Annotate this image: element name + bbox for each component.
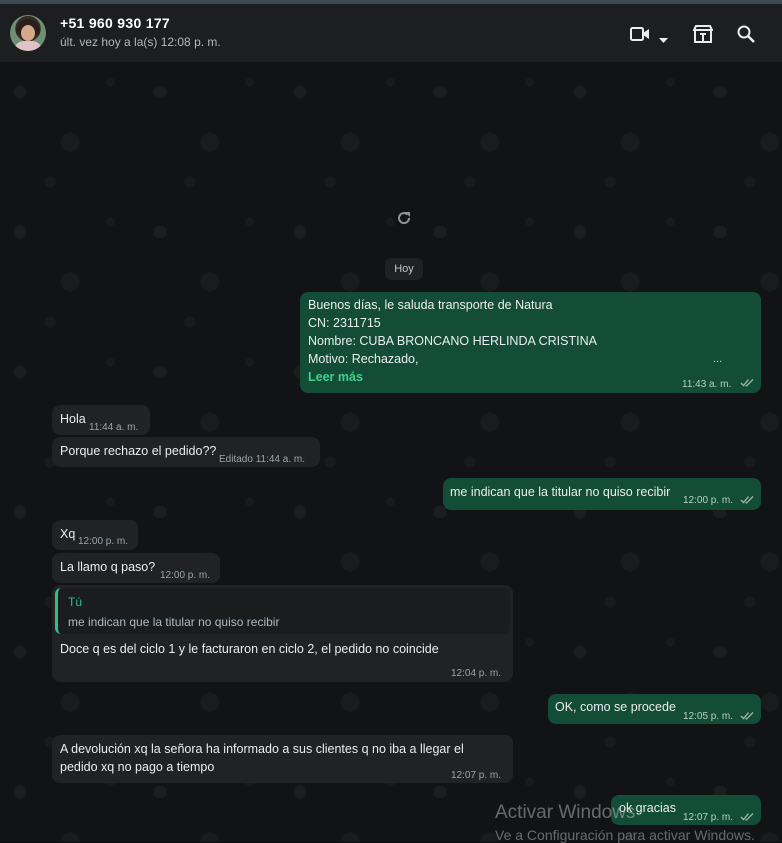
message-incoming[interactable]: Hola 11:44 a. m. [52,405,150,435]
message-text: Doce q es del ciclo 1 y le facturaron en… [60,642,439,656]
message-incoming[interactable]: Xq 12:00 p. m. [52,520,138,550]
message-line: pedido xq no pago a tiempo [60,760,215,774]
quoted-message[interactable]: Tú me indican que la titular no quiso re… [55,588,510,634]
message-timestamp: 12:04 p. m. [451,668,502,679]
activation-watermark-subtitle: Ve a Configuración para activar Windows. [495,827,755,843]
message-text: La llamo q paso? [60,560,156,574]
chevron-down-icon[interactable] [659,31,668,49]
quoted-text: me indican que la titular no quiso recib… [68,615,280,629]
date-divider: Hoy [385,258,423,280]
message-line: Nombre: CUBA BRONCANO HERLINDA CRISTINA [308,334,597,348]
message-line: Buenos días, le saluda transporte de Nat… [308,298,553,312]
contact-name[interactable]: +51 960 930 177 [60,15,170,31]
message-incoming[interactable]: La llamo q paso? 12:00 p. m. [52,553,220,583]
contact-avatar[interactable] [10,15,46,51]
chat-header: +51 960 930 177 últ. vez hoy a la(s) 12:… [0,4,782,62]
store-icon[interactable] [692,25,714,48]
message-text: OK, como se procede [555,700,676,714]
message-text: Hola [60,412,86,426]
double-check-icon [740,712,754,720]
chat-panel: Hoy Buenos días, le saluda transporte de… [0,62,782,842]
message-line: A devolución xq la señora ha informado a… [60,742,464,756]
video-camera-icon[interactable] [630,26,650,47]
double-check-icon [740,813,754,821]
message-timestamp: Editado 11:44 a. m. [219,454,305,465]
read-more-link[interactable]: Leer más [308,368,363,386]
message-text: Porque rechazo el pedido?? [60,444,217,458]
message-timestamp: 12:05 p. m. [683,711,734,722]
message-timestamp: 12:00 p. m. [683,495,734,506]
message-outgoing[interactable]: Buenos días, le saluda transporte de Nat… [300,292,761,393]
message-timestamp: 12:07 p. m. [683,812,734,823]
message-timestamp: 12:00 p. m. [160,570,211,581]
message-timestamp: 11:43 a. m. [682,379,732,390]
message-text: me indican que la titular no quiso recib… [450,485,671,499]
activation-watermark-title: Activar Windows [495,802,636,823]
message-timestamp: 12:07 p. m. [451,770,502,781]
message-line: CN: 2311715 [308,316,381,330]
message-timestamp: 12:00 p. m. [78,536,129,547]
message-timestamp: 11:44 a. m. [89,422,139,433]
message-outgoing[interactable]: me indican que la titular no quiso recib… [443,478,761,510]
message-ellipsis: ... [713,353,723,365]
contact-last-seen: últ. vez hoy a la(s) 12:08 p. m. [60,35,221,49]
message-incoming[interactable]: Porque rechazo el pedido?? Editado 11:44… [52,437,320,467]
message-incoming[interactable]: A devolución xq la señora ha informado a… [52,735,513,783]
quoted-author: Tú [68,595,83,609]
message-incoming-reply[interactable]: Tú me indican que la titular no quiso re… [52,585,513,682]
double-check-icon [740,379,754,387]
message-text: Xq [60,527,76,541]
message-outgoing[interactable]: OK, como se procede 12:05 p. m. [548,694,761,724]
double-check-icon [740,496,754,504]
message-line: Motivo: Rechazado, [308,352,419,366]
search-icon[interactable] [737,25,755,48]
reload-icon[interactable] [396,210,412,226]
